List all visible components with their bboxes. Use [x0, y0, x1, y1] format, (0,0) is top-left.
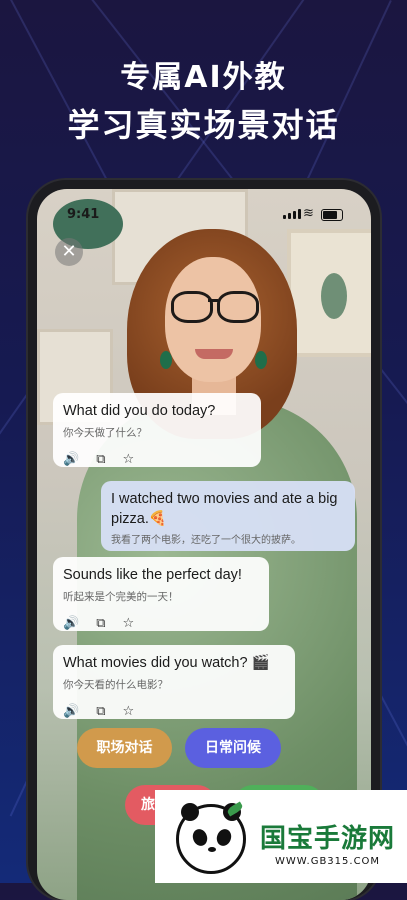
wifi-icon: ≋: [303, 206, 314, 221]
copy-icon[interactable]: ⧉: [96, 616, 105, 631]
headline-line-1: 专属AI外教: [120, 60, 287, 95]
watermark-brand: 国宝手游网: [260, 824, 396, 854]
glasses-bridge: [208, 299, 218, 302]
message-english: Sounds like the perfect day!: [63, 567, 242, 583]
star-icon[interactable]: ☆: [122, 616, 134, 631]
copy-icon[interactable]: ⧉: [96, 704, 105, 719]
battery-icon: [321, 209, 343, 221]
glasses-left: [171, 291, 213, 323]
speaker-icon[interactable]: 🔊: [63, 452, 79, 467]
speaker-icon[interactable]: 🔊: [63, 704, 79, 719]
message-chinese: 你今天看的什么电影？: [63, 679, 168, 691]
chat-bubble-ai[interactable]: What did you do today? 你今天做了什么？ 🔊 ⧉ ☆: [53, 393, 261, 467]
message-english: What movies did you watch? 🎬: [63, 655, 270, 671]
star-icon[interactable]: ☆: [122, 452, 134, 467]
wall-art: [287, 229, 371, 357]
message-chinese: 你今天做了什么？: [63, 427, 147, 439]
star-icon[interactable]: ☆: [122, 704, 134, 719]
message-chinese: 听起来是个完美的一天！: [63, 591, 179, 603]
teacher-smile: [195, 349, 233, 359]
chat-bubble-ai[interactable]: Sounds like the perfect day! 听起来是个完美的一天！…: [53, 557, 269, 631]
watermark-url: WWW.GB315.COM: [275, 856, 381, 867]
chat-bubble-ai[interactable]: What movies did you watch? 🎬 你今天看的什么电影？ …: [53, 645, 295, 719]
topic-workplace-button[interactable]: 职场对话: [77, 728, 172, 768]
headline-line-2: 学习真实场景对话: [67, 106, 340, 144]
status-bar: 9:41 ≋: [37, 189, 371, 233]
close-button[interactable]: ✕: [55, 238, 83, 266]
signal-icon: [283, 209, 301, 219]
status-time: 9:41: [67, 207, 100, 222]
message-english: I watched two movies and ate a big pizza…: [111, 491, 338, 527]
message-chinese: 我看了两个电影，还吃了一个很大的披萨。: [111, 535, 301, 546]
earring-left: [160, 351, 172, 369]
copy-icon[interactable]: ⧉: [96, 452, 105, 467]
glasses-right: [217, 291, 259, 323]
message-english: What did you do today?: [63, 403, 216, 419]
topic-greeting-button[interactable]: 日常问候: [185, 728, 281, 768]
chat-bubble-user[interactable]: I watched two movies and ate a big pizza…: [101, 481, 355, 551]
speaker-icon[interactable]: 🔊: [63, 616, 79, 631]
panda-logo-icon: [176, 801, 246, 874]
earring-right: [255, 351, 267, 369]
